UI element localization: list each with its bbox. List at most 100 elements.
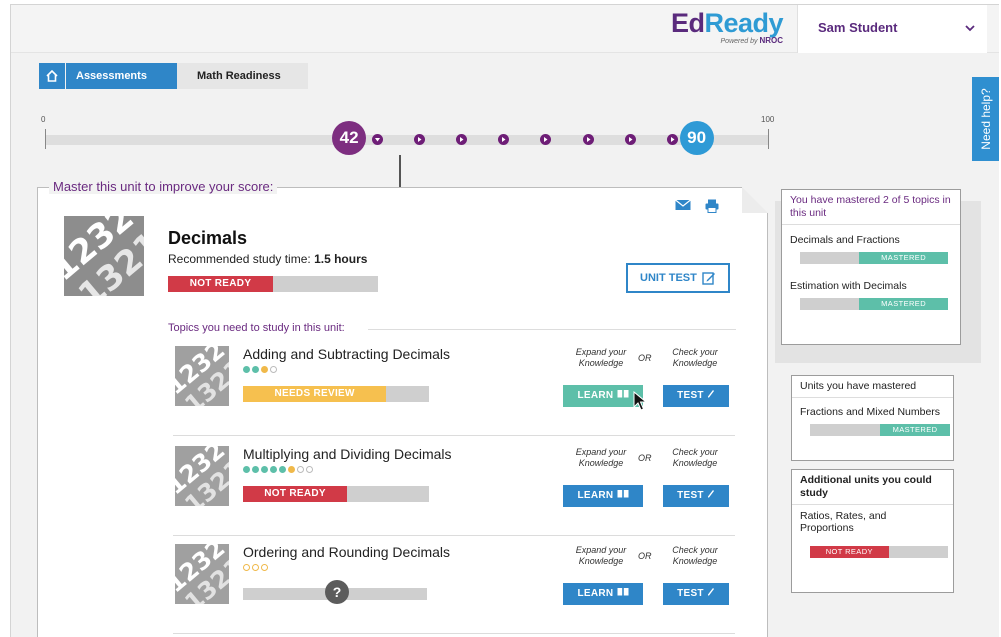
check-hint-line2: Knowledge [672,458,718,468]
expand-hint-line2: Knowledge [578,358,624,368]
learn-button[interactable]: LEARN [563,485,643,507]
scale-step-icon[interactable] [456,134,467,145]
progress-dot [306,466,313,473]
topic-thumbnail: 1232 1321 [175,346,229,406]
study-time-label: Recommended study time: [168,252,311,266]
edready-logo[interactable]: EdReady Powered by NROC [661,8,784,45]
app-frame: EdReady Powered by NROC Sam Student Asse… [10,4,999,637]
mastered-topic-name: Decimals and Fractions [790,234,900,246]
unit-test-button[interactable]: UNIT TEST [626,263,730,293]
top-header: EdReady Powered by NROC Sam Student [11,5,999,53]
mastered-badge: MASTERED [859,252,948,264]
scale-max-tick [768,129,769,149]
numbers-pattern-icon: 1232 1321 [64,216,144,296]
email-icon[interactable] [675,199,691,211]
topic-status-label: NEEDS REVIEW [243,386,387,402]
scale-step-icon[interactable] [624,134,636,145]
unit-thumbnail: 1232 1321 [64,216,144,296]
check-hint-line1: Check your [672,545,718,555]
additional-units-title: Additional units you could study [792,470,953,505]
need-help-tab[interactable]: Need help? [972,77,999,161]
home-icon [46,69,58,82]
breadcrumb-assessments[interactable]: Assessments [66,63,203,89]
mastered-topics-box: You have mastered 2 of 5 topics in this … [781,189,961,345]
pencil-icon [707,588,714,596]
check-hint-line2: Knowledge [672,556,718,566]
topic-progress-dots [243,466,313,473]
expand-hint-line1: Expand your [575,545,627,555]
pencil-icon [707,490,714,498]
scale-step-icon[interactable] [371,134,383,145]
chevron-down-icon [965,25,975,32]
logo-ed-text: Ed [670,8,705,38]
not-ready-badge: NOT READY [810,546,889,558]
topics-heading: Topics you need to study in this unit: [168,322,345,334]
progress-dot [270,366,277,373]
test-button[interactable]: TEST [663,385,729,407]
scale-step-icon[interactable] [582,134,594,145]
pencil-square-icon [702,272,715,285]
topic-progress-dots [243,366,277,373]
unit-panel: 1232 1321 Decimals Recommended study tim… [37,187,768,637]
score-scale: 0 100 42 90 [41,115,774,175]
learn-button[interactable]: LEARN [563,583,643,605]
topic-status-label: NOT READY [243,486,348,502]
test-button[interactable]: TEST [663,583,729,605]
unit-status-label: NOT READY [168,276,273,292]
book-icon [617,390,629,398]
test-button[interactable]: TEST [663,485,729,507]
mastered-unit-name: Fractions and Mixed Numbers [800,406,941,418]
learn-label: LEARN [577,588,614,599]
logo-ready-text: Ready [704,8,783,38]
unknown-status-icon: ? [325,580,349,604]
breadcrumb-current: Math Readiness [177,63,308,89]
additional-unit-name[interactable]: Ratios, Rates, and Proportions [800,510,910,534]
unit-status-bar: NOT READY [168,276,378,292]
current-score-marker: 42 [332,121,367,155]
topics-divider [368,329,736,330]
logo-brand-text: NROC [759,36,783,45]
topic-name[interactable]: Multiplying and Dividing Decimals [243,446,452,462]
test-label: TEST [677,588,704,599]
topic-name[interactable]: Ordering and Rounding Decimals [243,544,450,560]
user-name: Sam Student [818,20,898,35]
or-label: OR [638,551,652,561]
progress-dot [279,466,286,473]
target-score-marker: 90 [679,121,714,155]
unit-title: Decimals [168,228,248,248]
scale-step-icon[interactable] [540,134,552,145]
topic-status-bar: NOT READY [243,486,429,502]
topic-thumbnail: 1232 1321 [175,446,229,506]
progress-dot [243,366,250,373]
expand-hint: Expand your Knowledge [569,347,633,369]
progress-dot [261,366,268,373]
mastered-topic-bar: MASTERED [800,252,948,264]
book-icon [617,490,629,498]
progress-dot [252,366,259,373]
print-icon[interactable] [705,199,719,213]
learn-button[interactable]: LEARN [563,385,643,407]
check-hint-line2: Knowledge [672,358,718,368]
numbers-pattern-icon: 12321321 [175,544,229,604]
progress-dot [243,466,250,473]
scale-step-icon[interactable] [667,134,679,145]
study-time-value: 1.5 hours [314,252,368,266]
numbers-pattern-icon: 12321321 [175,446,229,506]
topic-row: 1232 1321 Multiplying and Dividing Decima… [173,438,735,536]
user-menu[interactable]: Sam Student [797,5,987,53]
topic-name[interactable]: Adding and Subtracting Decimals [243,346,450,362]
check-hint-line1: Check your [672,347,718,357]
or-label: OR [638,453,652,463]
progress-dot [261,466,268,473]
page-fold [742,187,768,213]
topic-thumbnail: 1232 1321 [175,544,229,604]
home-button[interactable] [39,63,65,89]
unit-test-label: UNIT TEST [640,272,697,284]
mastered-topics-title: You have mastered 2 of 5 topics in this … [782,190,960,225]
mouse-cursor-icon [633,391,647,411]
expand-hint-line1: Expand your [575,347,627,357]
scale-step-icon[interactable] [413,134,425,145]
scale-step-icon[interactable] [498,134,510,145]
units-mastered-box: Units you have mastered Fractions and Mi… [791,375,954,461]
scale-connector-line [399,155,401,189]
